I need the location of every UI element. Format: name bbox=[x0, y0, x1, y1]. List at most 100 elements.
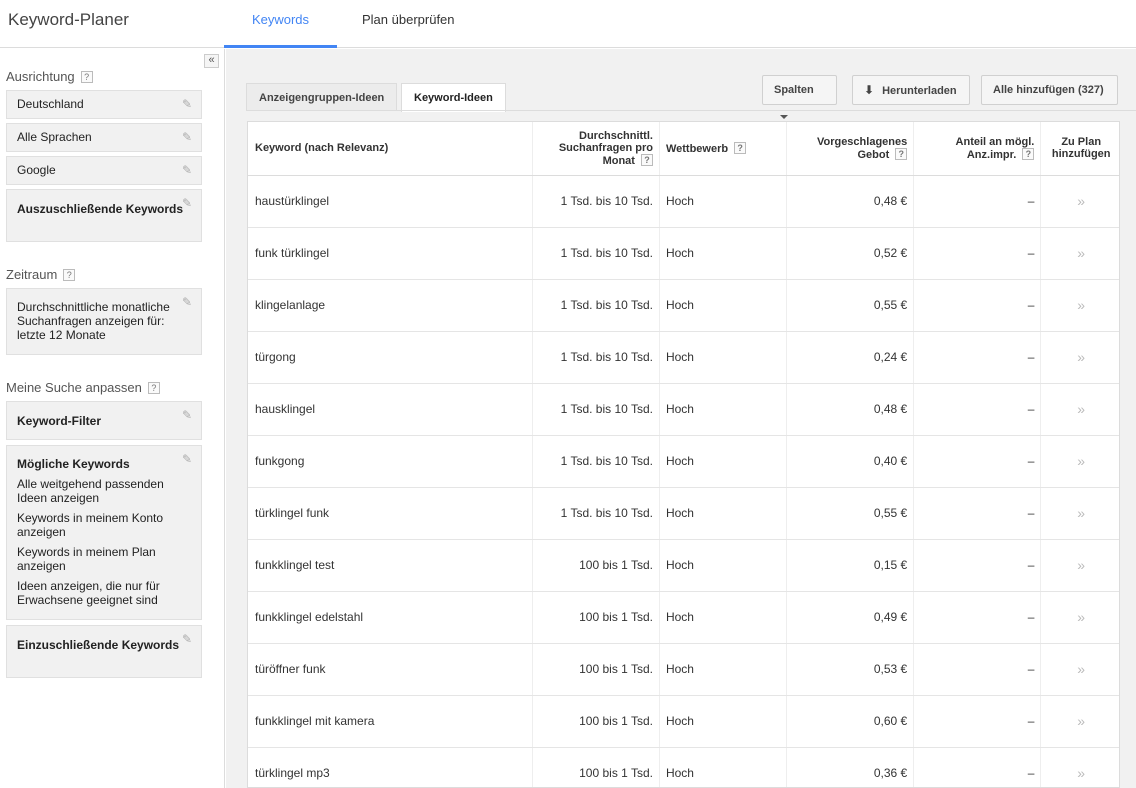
pencil-icon[interactable]: ✎ bbox=[182, 197, 194, 209]
header-bid[interactable]: Vorgeschlagenes Gebot? bbox=[786, 122, 914, 176]
competition-cell: Hoch bbox=[658, 435, 787, 488]
header-share[interactable]: Anteil an mögl. Anz.impr.? bbox=[913, 122, 1041, 176]
table-row: funkklingel mit kamera 100 bis 1 Tsd. Hoch… bbox=[248, 695, 1119, 748]
bid-cell: 0,15 € bbox=[786, 539, 914, 592]
volume-cell: 100 bis 1 Tsd. bbox=[531, 747, 660, 787]
keyword-cell: funkklingel mit kamera bbox=[248, 695, 533, 748]
negative-keywords[interactable]: Auszuschließende Keywords ✎ bbox=[6, 189, 202, 242]
tab-keywords-suchen[interactable]: Keywords suchen bbox=[224, 0, 337, 67]
include-keywords[interactable]: Einzuschließende Keywords ✎ bbox=[6, 625, 202, 678]
keyword-cell: haustürklingel bbox=[248, 175, 533, 228]
help-icon[interactable]: ? bbox=[895, 147, 908, 160]
keyword-cell: türklingel mp3 bbox=[248, 747, 533, 787]
columns-button[interactable]: Spalten bbox=[762, 75, 837, 119]
share-cell: – bbox=[913, 279, 1041, 332]
keyword-cell: hausklingel bbox=[248, 383, 533, 436]
table-header-row: Keyword (nach Relevanz) Durchschnittl. S… bbox=[248, 122, 1119, 176]
volume-cell: 100 bis 1 Tsd. bbox=[531, 591, 660, 644]
competition-cell: Hoch bbox=[658, 279, 787, 332]
header-keyword[interactable]: Keyword (nach Relevanz) bbox=[248, 122, 533, 176]
share-cell: – bbox=[913, 539, 1041, 592]
add-to-plan-icon[interactable]: » bbox=[1040, 591, 1119, 644]
share-cell: – bbox=[913, 227, 1041, 280]
add-to-plan-icon[interactable]: » bbox=[1040, 435, 1119, 488]
table-row: türgong 1 Tsd. bis 10 Tsd. Hoch 0,24 € –» bbox=[248, 331, 1119, 384]
add-to-plan-icon[interactable]: » bbox=[1040, 175, 1119, 228]
pencil-icon[interactable]: ✎ bbox=[182, 409, 194, 421]
option-in-plan: Keywords in meinem Plan anzeigen bbox=[17, 545, 156, 573]
keyword-filter[interactable]: Keyword-Filter ✎ bbox=[6, 401, 202, 440]
keyword-cell: funkklingel edelstahl bbox=[248, 591, 533, 644]
download-icon: ⬇ bbox=[864, 83, 875, 97]
help-icon[interactable]: ? bbox=[80, 71, 93, 83]
share-cell: – bbox=[913, 331, 1041, 384]
section-title-zeitraum: Zeitraum? bbox=[6, 267, 76, 282]
add-to-plan-icon[interactable]: » bbox=[1040, 279, 1119, 332]
add-all-button[interactable]: Alle hinzufügen (327) bbox=[981, 75, 1118, 105]
add-to-plan-icon[interactable]: » bbox=[1040, 539, 1119, 592]
help-icon[interactable]: ? bbox=[147, 382, 160, 394]
competition-cell: Hoch bbox=[658, 227, 787, 280]
keyword-table: Keyword (nach Relevanz) Durchschnittl. S… bbox=[247, 121, 1120, 788]
pencil-icon[interactable]: ✎ bbox=[182, 633, 194, 645]
add-to-plan-icon[interactable]: » bbox=[1040, 383, 1119, 436]
keyword-cell: funk türklingel bbox=[248, 227, 533, 280]
add-to-plan-icon[interactable]: » bbox=[1040, 643, 1119, 696]
help-icon[interactable]: ? bbox=[734, 141, 747, 154]
help-icon[interactable]: ? bbox=[640, 153, 653, 166]
date-range[interactable]: Durchschnittliche monatliche Suchanfrage… bbox=[6, 288, 202, 355]
add-to-plan-icon[interactable]: » bbox=[1040, 227, 1119, 280]
add-to-plan-icon[interactable]: » bbox=[1040, 487, 1119, 540]
sidebar: « Ausrichtung? Deutschland ✎ Alle Sprach… bbox=[0, 49, 225, 788]
tab-plan-ueberpruefen[interactable]: Plan überprüfen bbox=[356, 0, 461, 48]
keyword-cell: türöffner funk bbox=[248, 643, 533, 696]
subtab-keyword-ideen[interactable]: Keyword-Ideen bbox=[401, 83, 506, 112]
targeting-location[interactable]: Deutschland ✎ bbox=[6, 90, 202, 119]
header-add-to-plan: Zu Plan hinzufügen bbox=[1040, 122, 1119, 176]
targeting-language[interactable]: Alle Sprachen ✎ bbox=[6, 123, 202, 152]
bid-cell: 0,55 € bbox=[786, 487, 914, 540]
keyword-cell: türklingel funk bbox=[248, 487, 533, 540]
bid-cell: 0,48 € bbox=[786, 175, 914, 228]
pencil-icon[interactable]: ✎ bbox=[182, 164, 194, 176]
volume-cell: 1 Tsd. bis 10 Tsd. bbox=[531, 487, 660, 540]
pencil-icon[interactable]: ✎ bbox=[182, 296, 194, 308]
header-volume[interactable]: Durchschnittl. Suchanfragen pro Monat? bbox=[531, 122, 660, 176]
volume-cell: 100 bis 1 Tsd. bbox=[531, 695, 660, 748]
pencil-icon[interactable]: ✎ bbox=[182, 98, 194, 110]
section-title-ausrichtung: Ausrichtung? bbox=[6, 69, 93, 84]
add-to-plan-icon[interactable]: » bbox=[1040, 747, 1119, 787]
share-cell: – bbox=[913, 591, 1041, 644]
volume-cell: 1 Tsd. bis 10 Tsd. bbox=[531, 435, 660, 488]
bid-cell: 0,48 € bbox=[786, 383, 914, 436]
download-button[interactable]: ⬇ Herunterladen bbox=[852, 75, 970, 105]
competition-cell: Hoch bbox=[658, 539, 787, 592]
option-adult-ideas: Ideen anzeigen, die nur für Erwachsene g… bbox=[17, 579, 160, 607]
collapse-sidebar-button[interactable]: « bbox=[204, 54, 219, 68]
add-to-plan-icon[interactable]: » bbox=[1040, 695, 1119, 748]
header-competition[interactable]: Wettbewerb? bbox=[658, 122, 787, 176]
volume-cell: 100 bis 1 Tsd. bbox=[531, 539, 660, 592]
bid-cell: 0,24 € bbox=[786, 331, 914, 384]
table-row: haustürklingel 1 Tsd. bis 10 Tsd. Hoch 0,48… bbox=[248, 175, 1119, 228]
targeting-network[interactable]: Google ✎ bbox=[6, 156, 202, 185]
bid-cell: 0,53 € bbox=[786, 643, 914, 696]
add-to-plan-icon[interactable]: » bbox=[1040, 331, 1119, 384]
subtab-anzeigengruppen-ideen[interactable]: Anzeigengruppen-Ideen bbox=[246, 83, 398, 111]
volume-cell: 1 Tsd. bis 10 Tsd. bbox=[531, 279, 660, 332]
keyword-cell: funkgong bbox=[248, 435, 533, 488]
competition-cell: Hoch bbox=[658, 487, 787, 540]
keyword-cell: klingelanlage bbox=[248, 279, 533, 332]
pencil-icon[interactable]: ✎ bbox=[182, 131, 194, 143]
volume-cell: 1 Tsd. bis 10 Tsd. bbox=[531, 227, 660, 280]
help-icon[interactable]: ? bbox=[63, 269, 76, 281]
keyword-options[interactable]: Mögliche Keywords ✎ Alle weitgehend pass… bbox=[6, 445, 202, 620]
share-cell: – bbox=[913, 435, 1041, 488]
share-cell: – bbox=[913, 643, 1041, 696]
competition-cell: Hoch bbox=[658, 747, 787, 787]
table-row: klingelanlage 1 Tsd. bis 10 Tsd. Hoch 0,55 … bbox=[248, 279, 1119, 332]
bid-cell: 0,49 € bbox=[786, 591, 914, 644]
help-icon[interactable]: ? bbox=[1022, 147, 1035, 160]
pencil-icon[interactable]: ✎ bbox=[182, 453, 194, 465]
table-row: türklingel funk 1 Tsd. bis 10 Tsd. Hoch 0,5… bbox=[248, 487, 1119, 540]
